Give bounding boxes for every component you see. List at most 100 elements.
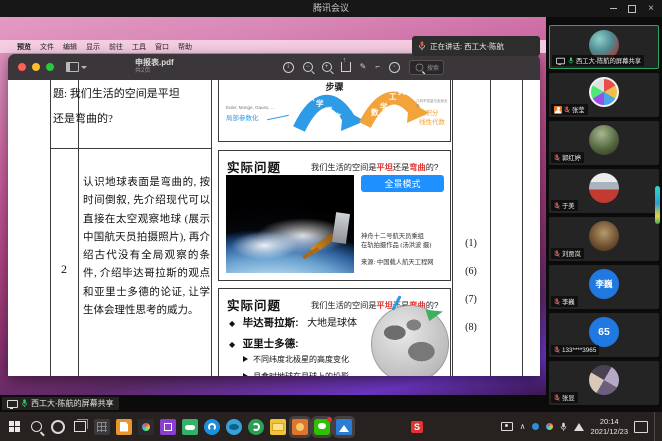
taskbar-app-media[interactable]: [138, 419, 154, 435]
action-center-icon[interactable]: [634, 421, 648, 433]
menu-edit[interactable]: 编辑: [63, 42, 77, 52]
info-icon[interactable]: i: [283, 62, 294, 73]
sidebar-pane-icon: [66, 62, 79, 72]
screenshot-tray-icon[interactable]: [501, 422, 513, 431]
tray-app-icon[interactable]: [532, 423, 539, 430]
taskbar-app-onenote[interactable]: [160, 419, 176, 435]
taskbar-clock[interactable]: 20:14 2021/12/23: [590, 417, 628, 437]
avatar: [589, 365, 619, 395]
participants-sidebar[interactable]: 西工大-陈航的屏幕共享 张莹 郭红婷: [546, 17, 662, 412]
mic-on-icon: [21, 399, 28, 408]
taskbar-app-powerpoint[interactable]: [116, 419, 132, 435]
menu-help[interactable]: 帮助: [178, 42, 192, 52]
photo-source: 来源: 中国载人航天工程网: [361, 257, 434, 266]
rotate-icon[interactable]: ⌐: [375, 63, 380, 71]
mic-muted-icon: [554, 394, 560, 402]
network-icon[interactable]: [574, 423, 584, 431]
pdf-document[interactable]: 题: 我们生活的空间是平坦 还是弯曲的? 2 认识地球表面是弯曲的, 按时间倒叙…: [8, 80, 540, 376]
menu-view[interactable]: 显示: [86, 42, 100, 52]
participant-tile[interactable]: 刘贾岚: [549, 217, 659, 261]
share-banner: 西工大-陈航的屏幕共享: [0, 395, 546, 412]
participant-tile[interactable]: 李巍 李巍: [549, 265, 659, 309]
menu-go[interactable]: 前往: [109, 42, 123, 52]
search-button[interactable]: [25, 412, 47, 441]
mac-close-button[interactable]: [18, 63, 26, 71]
arrow2-char: 具: [398, 86, 406, 97]
table-line: [50, 148, 212, 149]
panorama-mode-button[interactable]: 全景模式: [361, 175, 444, 192]
taskbar-app-calculator[interactable]: [94, 419, 110, 435]
highlight-icon[interactable]: ◦: [389, 62, 400, 73]
doc-row-number: 2: [50, 262, 78, 277]
taskbar-app-edge[interactable]: [226, 419, 242, 435]
avatar: 李巍: [589, 269, 619, 299]
tray-color-icon[interactable]: [546, 423, 553, 430]
markup-pen-icon[interactable]: ✎: [360, 63, 367, 71]
participant-name-chip: 刘贾岚: [551, 248, 584, 259]
zoom-in-icon[interactable]: +: [322, 62, 332, 72]
start-button[interactable]: [3, 412, 25, 441]
participant-name-chip: 张显: [551, 392, 578, 403]
slide-heading: 实际问题: [227, 295, 281, 314]
input-method-indicator[interactable]: S: [411, 421, 423, 433]
participant-tile[interactable]: 张显: [549, 361, 659, 405]
participant-tile[interactable]: 于美: [549, 169, 659, 213]
system-tray: ∧: [501, 422, 585, 432]
menu-preview[interactable]: 预览: [17, 42, 31, 52]
show-desktop-button[interactable]: [654, 412, 659, 441]
taskbar-app-file-explorer[interactable]: [270, 419, 286, 435]
cortana-button[interactable]: [47, 412, 69, 441]
margin-number: (7): [452, 286, 490, 314]
pdf-titlebar: 申报表.pdf 共2页 i − + ✎ ⌐ ◦ 搜索: [8, 54, 540, 80]
mic-muted-icon: [554, 202, 560, 210]
taskbar-app-wechat-active[interactable]: [314, 419, 330, 435]
speaking-toast-text: 正在讲话: 西工大-陈航: [430, 41, 504, 52]
menu-file[interactable]: 文件: [40, 42, 54, 52]
taskbar-app-qq[interactable]: [204, 419, 220, 435]
bullet-label: 亚里士多德:: [243, 338, 299, 350]
taskbar-app-meeting-active[interactable]: [292, 419, 308, 435]
minimize-button[interactable]: [604, 0, 622, 17]
speaking-mic-icon: [418, 41, 426, 51]
participant-tile[interactable]: 张莹: [549, 73, 659, 117]
maximize-button[interactable]: [623, 0, 641, 17]
menu-tools[interactable]: 工具: [132, 42, 146, 52]
mac-zoom-button[interactable]: [46, 63, 54, 71]
arrow1-char: 数: [307, 92, 315, 103]
share-banner-text: 西工大-陈航的屏幕共享: [31, 398, 114, 409]
task-view-icon: [74, 421, 86, 432]
mac-minimize-button[interactable]: [32, 63, 40, 71]
mic-muted-icon: [554, 346, 560, 354]
doc-question-cell: 题: 我们生活的空间是平坦 还是弯曲的?: [53, 82, 211, 132]
mic-muted-icon: [564, 106, 570, 114]
speaking-toast: 正在讲话: 西工大-陈航: [412, 36, 540, 56]
participant-tile[interactable]: 郭红婷: [549, 121, 659, 165]
question-pre: 我们生活的空间是: [311, 301, 377, 310]
pdf-search-field[interactable]: 搜索: [409, 60, 444, 75]
arrow1-char: 学: [316, 98, 324, 109]
clock-time: 20:14: [590, 417, 628, 427]
taskbar-app-browser[interactable]: [248, 419, 264, 435]
share-banner-chip: 西工大-陈航的屏幕共享: [2, 397, 119, 410]
tray-mic-icon[interactable]: [560, 422, 567, 432]
menu-window[interactable]: 窗口: [155, 42, 169, 52]
participant-tile[interactable]: 65 133****3965: [549, 313, 659, 357]
sidebar-toggle-button[interactable]: [66, 62, 87, 72]
avatar: 65: [589, 317, 619, 347]
chevron-down-icon: [81, 66, 87, 69]
close-button[interactable]: ×: [642, 0, 660, 17]
search-icon: [416, 63, 424, 71]
taskbar-app-weiyun[interactable]: [182, 419, 198, 435]
participant-tile[interactable]: 西工大-陈航的屏幕共享: [549, 25, 659, 69]
participant-name-chip: 西工大-陈航的屏幕共享: [552, 55, 644, 66]
tray-expand-icon[interactable]: ∧: [520, 423, 526, 431]
zoom-out-icon[interactable]: −: [303, 62, 313, 72]
margin-number: (6): [452, 258, 490, 286]
participant-name: 张莹: [572, 105, 585, 114]
meeting-titlebar: 腾讯会议 ×: [0, 0, 662, 17]
share-icon[interactable]: [341, 62, 351, 72]
shared-screen-view: 预览 文件 编辑 显示 前往 工具 窗口 帮助 正在讲话: 西工大-陈航: [0, 17, 546, 395]
floating-toolbar[interactable]: [655, 186, 660, 224]
taskbar-app-docs-active[interactable]: [336, 419, 352, 435]
task-view-button[interactable]: [69, 412, 91, 441]
